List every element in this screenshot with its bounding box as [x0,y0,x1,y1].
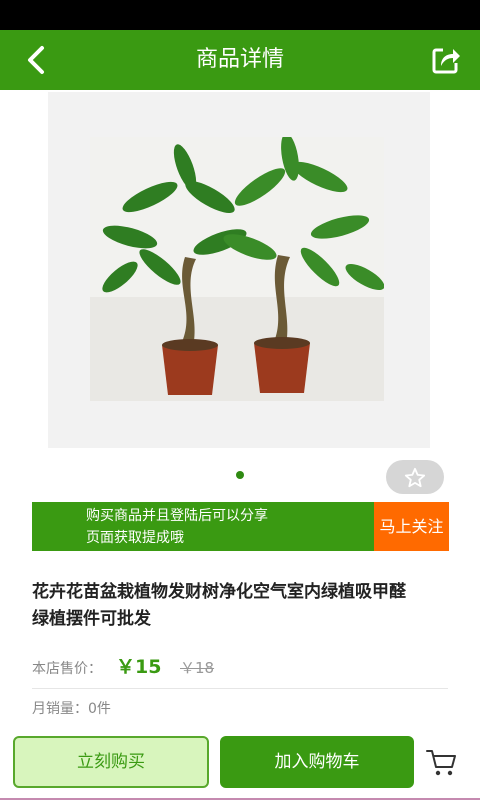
chevron-left-icon [28,46,44,74]
price-label: 本店售价： [32,661,102,677]
shopping-cart-icon [426,750,456,776]
divider [32,688,448,689]
original-price: ￥18 [180,659,215,677]
nav-bar: 商品详情 [0,30,480,90]
share-icon [432,48,460,74]
favorite-button[interactable] [386,460,444,494]
product-title-line-2: 绿植摆件可批发 [32,609,151,629]
product-title: 花卉花苗盆栽植物发财树净化空气室内绿植吸甲醛 绿植摆件可批发 [32,579,452,633]
product-photo [90,133,385,401]
product-image-panel[interactable] [48,92,430,448]
share-button[interactable] [430,44,462,76]
page-title: 商品详情 [195,47,284,72]
promo-line-1: 购买商品并且登陆后可以分享 [86,508,268,524]
promo-line-2: 页面获取提成哦 [86,530,184,546]
current-price: ￥15 [116,656,162,678]
buy-now-button[interactable]: 立刻购买 [13,736,209,788]
product-title-line-1: 花卉花苗盆栽植物发财树净化空气室内绿植吸甲醛 [32,582,406,602]
monthly-sales: 月销量：0件 [32,701,111,717]
shopping-cart-button[interactable] [425,746,457,778]
follow-now-button[interactable]: 马上关注 [374,502,449,551]
bottom-action-bar: 立刻购买 加入购物车 [0,728,480,800]
price-row: 本店售价： ￥15 ￥18 [32,652,452,680]
back-button[interactable] [18,44,54,76]
promo-text: 购买商品并且登陆后可以分享 页面获取提成哦 [86,505,268,549]
share-promo-banner: 购买商品并且登陆后可以分享 页面获取提成哦 马上关注 [32,502,449,551]
star-outline-icon [404,467,426,488]
add-to-cart-button[interactable]: 加入购物车 [220,736,414,788]
status-bar [0,0,480,30]
gallery-indicator-dot[interactable] [236,471,244,479]
